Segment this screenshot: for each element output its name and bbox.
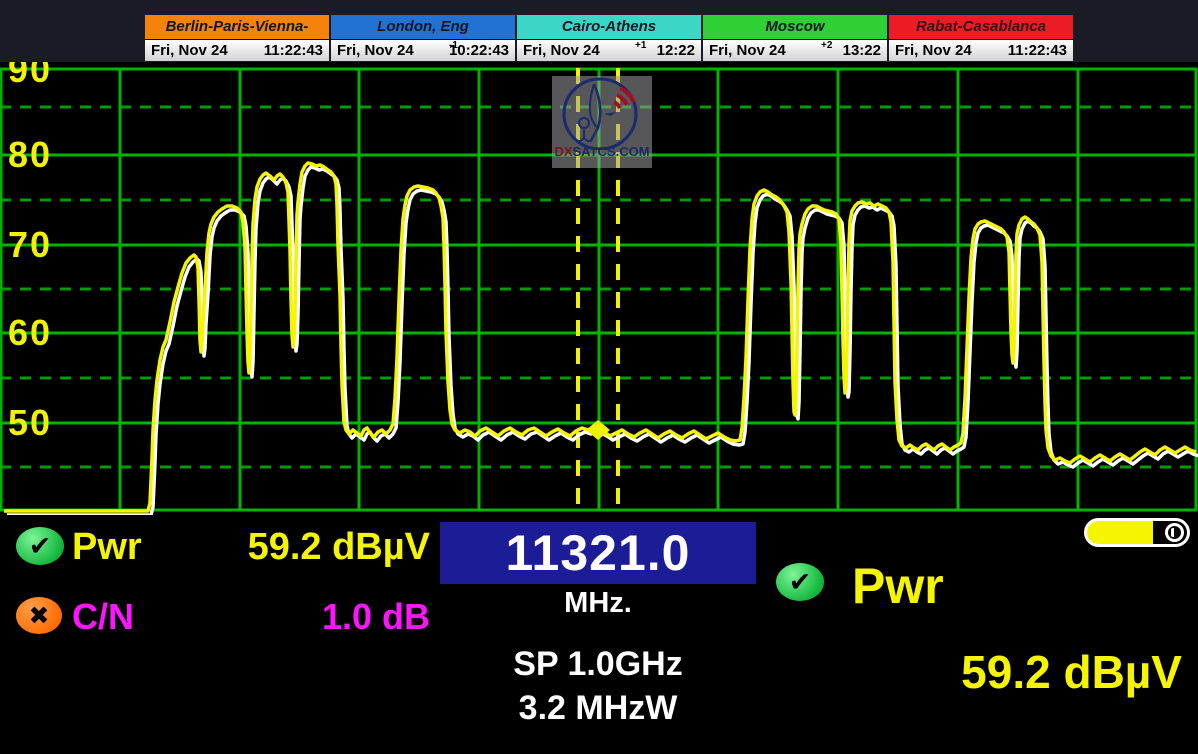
y-label-70: 70 (8, 224, 52, 266)
cn-value: 1.0 dB (140, 596, 430, 638)
clock-datetime: Fri, Nov 24 11:22:43 (889, 40, 1073, 61)
clock-panel-cairo: Cairo-Athens Fri, Nov 24 +1 12:22 (517, 15, 701, 61)
frequency-display[interactable]: 11321.0 (440, 522, 756, 584)
clock-city-label: Rabat-Casablanca (889, 15, 1073, 40)
clock-datetime: Fri, Nov 24 +2 13:22 (703, 40, 887, 61)
pwr-right-label: Pwr (852, 557, 944, 615)
pwr-label: Pwr (72, 526, 142, 569)
clock-datetime: Fri, Nov 24 11:22:43 (145, 40, 329, 61)
y-label-50: 50 (8, 402, 52, 444)
satellite-dish-logo-icon (554, 76, 650, 150)
clock-panel-rabat: Rabat-Casablanca Fri, Nov 24 11:22:43 (889, 15, 1073, 61)
bandwidth-setting: 3.2 MHzW (440, 689, 756, 728)
clock-city-label: Berlin-Paris-Vienna-Roma (145, 15, 329, 40)
toggle-knob-icon (1165, 523, 1184, 542)
y-label-80: 80 (8, 134, 52, 176)
clock-datetime: Fri, Nov 24 -1 10:22:43 (331, 40, 515, 61)
clock-city-label: Cairo-Athens (517, 15, 701, 40)
power-toggle[interactable] (1084, 518, 1190, 547)
clock-panel-berlin: Berlin-Paris-Vienna-Roma Fri, Nov 24 11:… (145, 15, 329, 61)
frequency-unit: MHz. (440, 587, 756, 620)
pwr-lock-check-icon: ✔ (16, 527, 64, 565)
world-clock-bar: Berlin-Paris-Vienna-Roma Fri, Nov 24 11:… (0, 0, 1198, 62)
clock-panel-moscow: Moscow Fri, Nov 24 +2 13:22 (703, 15, 887, 61)
cn-fail-cross-icon: ✖ (16, 597, 62, 634)
y-axis-labels: 90 80 70 60 50 (0, 62, 90, 510)
y-label-60: 60 (8, 312, 52, 354)
y-label-90: 90 (8, 62, 52, 91)
dxsatcs-watermark-logo: DXSATCS.COM (552, 76, 652, 168)
clock-datetime: Fri, Nov 24 +1 12:22 (517, 40, 701, 61)
watermark-text: DXSATCS.COM (554, 144, 649, 159)
cn-label: C/N (72, 596, 134, 638)
clock-city-label: London, Eng (331, 15, 515, 40)
clock-city-label: Moscow (703, 15, 887, 40)
readout-panel: ✔ Pwr 59.2 dBµV 11321.0 MHz. ✖ C/N 1.0 d… (0, 515, 1198, 754)
frequency-value: 11321.0 (506, 524, 691, 582)
clock-panel-london: London, Eng Fri, Nov 24 -1 10:22:43 (331, 15, 515, 61)
spectrum-maxhold-trace (7, 167, 1198, 515)
pwr-value: 59.2 dBµV (140, 526, 430, 569)
pwr-right-check-icon: ✔ (776, 563, 824, 601)
meter-screen: 90 80 70 60 50 DXSATCS.COM Berlin-Paris-… (0, 0, 1198, 754)
pwr-right-value: 59.2 dBµV (790, 645, 1182, 699)
span-setting: SP 1.0GHz (440, 645, 756, 684)
